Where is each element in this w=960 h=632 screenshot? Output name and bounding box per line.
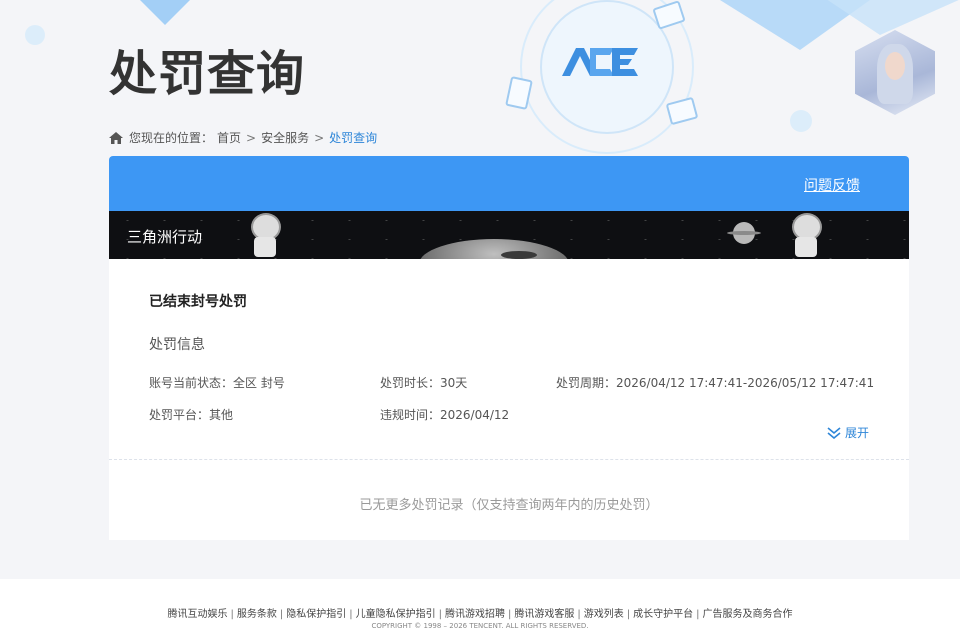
footer-separator: | (349, 609, 353, 620)
breadcrumb-current: 处罚查询 (329, 131, 378, 145)
footer-separator: | (577, 609, 581, 620)
double-chevron-down-icon (827, 426, 841, 439)
copyright: COPYRIGHT © 1998 – 2026 TENCENT. ALL RIG… (371, 622, 589, 630)
footer-link-jobs[interactable]: 腾讯游戏招聘 (445, 609, 505, 620)
footer-separator: | (626, 609, 631, 620)
account-status: 账号当前状态：全区 封号 (149, 376, 285, 390)
breadcrumb: 您现在的位置： 首页 > 安全服务 > 处罚查询 (109, 129, 377, 146)
footer-link-game-list[interactable]: 游戏列表 (584, 609, 624, 620)
breadcrumb-prefix: 您现在的位置： (129, 131, 214, 145)
footer-separator: | (508, 609, 512, 620)
page-title: 处罚查询 (109, 46, 306, 102)
planet-image (727, 222, 761, 244)
no-more-records-text: 已无更多处罚记录（仅支持查询两年内的历史处罚） (359, 498, 659, 513)
game-name: 三角洲行动 (127, 228, 203, 246)
decor-triangle (130, 0, 200, 25)
footer-link-privacy[interactable]: 隐私保护指引 (286, 609, 346, 620)
breadcrumb-separator: > (314, 130, 325, 145)
breadcrumb-home-link[interactable]: 首页 (217, 129, 241, 146)
footer-link-terms[interactable]: 服务条款 (237, 609, 277, 620)
footer: 腾讯互动娱乐 | 服务条款 | 隐私保护指引 | 儿童隐私保护指引 | 腾讯游戏招聘 | 腾讯游戏客… (0, 579, 960, 632)
astronaut-image (792, 213, 822, 257)
footer-link-ads[interactable]: 广告服务及商务合作 (703, 609, 793, 620)
penalty-info-section: 已结束封号处罚 处罚信息 账号当前状态：全区 封号 处罚时长：30天 处罚周期：… (109, 259, 909, 444)
penalty-panel: 问题反馈 三角洲行动 已结束封号处罚 处罚信息 账号当前状态：全区 封号 处罚时… (109, 156, 909, 540)
breadcrumb-security-link[interactable]: 安全服务 (261, 129, 309, 146)
info-title: 处罚信息 (149, 337, 205, 353)
game-banner: 三角洲行动 (109, 211, 909, 259)
ace-logo (560, 42, 640, 82)
ended-penalty-title: 已结束封号处罚 (149, 294, 247, 310)
footer-link-support[interactable]: 腾讯游戏客服 (514, 609, 574, 620)
decor-ring (520, 0, 694, 154)
footer-separator: | (438, 609, 442, 620)
footer-separator: | (696, 609, 700, 620)
footer-link-child-privacy[interactable]: 儿童隐私保护指引 (356, 609, 436, 620)
penalty-period: 处罚周期：2026/04/12 17:47:41-2026/05/12 17:4… (556, 376, 875, 390)
spaceship-hatch (501, 251, 537, 259)
penalty-duration: 处罚时长：30天 (380, 376, 468, 390)
expand-button[interactable]: 展开 (827, 424, 869, 441)
panel-header: 问题反馈 (109, 156, 909, 211)
ace-logo-icon (562, 48, 638, 76)
decor-phone-icon (505, 76, 533, 110)
footer-separator: | (230, 609, 234, 620)
footer-separator: | (279, 609, 284, 620)
decor-dot (25, 25, 45, 45)
decor-triangle (820, 0, 960, 35)
penalty-platform: 处罚平台：其他 (149, 408, 234, 422)
decor-card-icon (652, 0, 686, 30)
footer-link-growth-guard[interactable]: 成长守护平台 (633, 609, 693, 620)
feedback-link[interactable]: 问题反馈 (804, 175, 860, 195)
dashed-divider (109, 459, 909, 460)
character-avatar (855, 30, 935, 115)
decor-triangle (720, 0, 870, 50)
decor-ring (540, 0, 674, 134)
violation-time: 违规时间：2026/04/12 (380, 408, 510, 422)
expand-label: 展开 (844, 426, 869, 440)
footer-link-tencent-games[interactable]: 腾讯互动娱乐 (168, 609, 228, 620)
decor-dot (790, 110, 812, 132)
decor-card-icon (665, 96, 699, 126)
penalty-info-grid: 账号当前状态：全区 封号 处罚时长：30天 处罚周期：2026/04/12 17… (149, 374, 874, 444)
home-icon (109, 131, 123, 144)
footer-links: 腾讯互动娱乐 | 服务条款 | 隐私保护指引 | 儿童隐私保护指引 | 腾讯游戏招聘 | 腾讯游戏客… (0, 605, 960, 620)
breadcrumb-separator: > (246, 130, 257, 145)
astronaut-image (251, 213, 281, 257)
